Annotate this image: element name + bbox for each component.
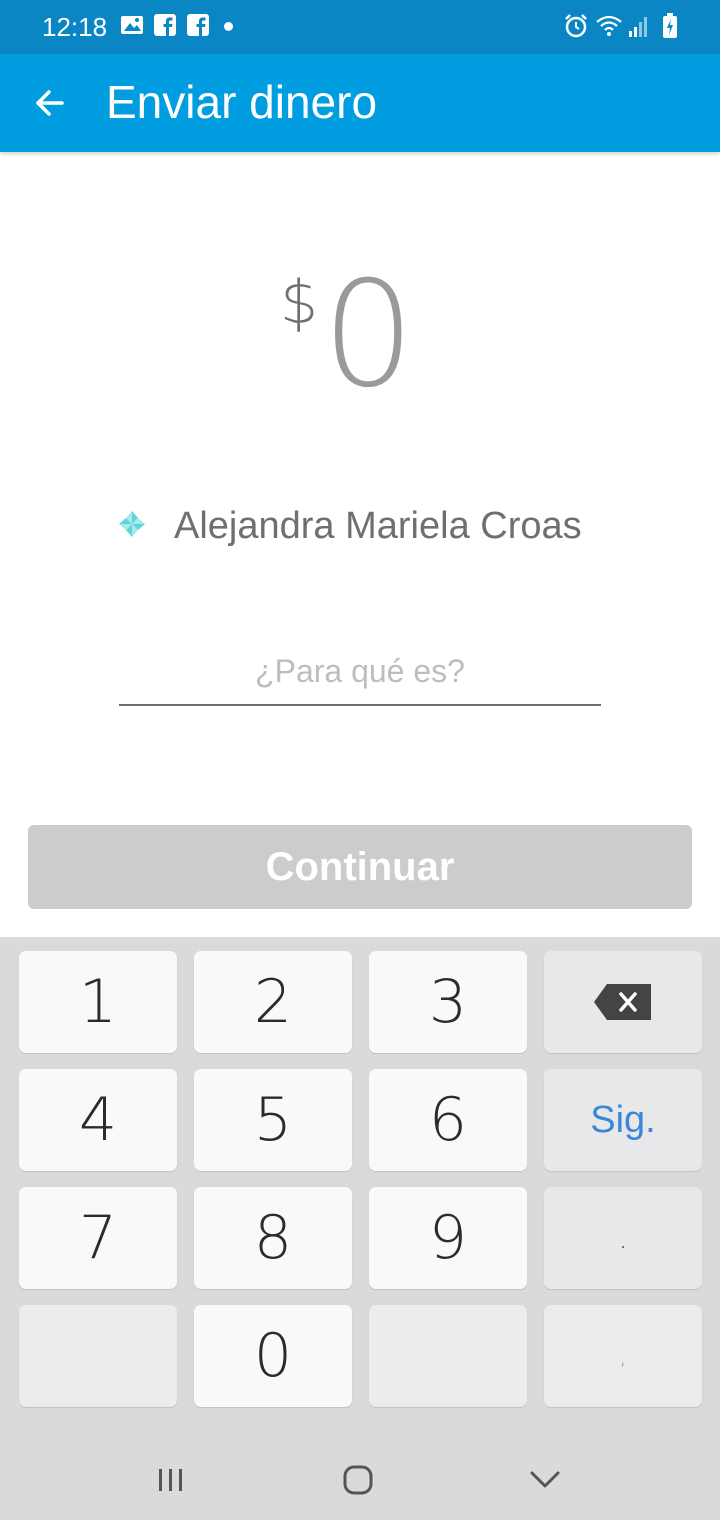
comma-key-label: , bbox=[619, 1342, 627, 1370]
home-icon bbox=[343, 1465, 373, 1495]
recipient-name: Alejandra Mariela Croas bbox=[174, 505, 582, 547]
dot-key[interactable]: . bbox=[544, 1187, 702, 1289]
key-8[interactable]: 8 bbox=[194, 1187, 352, 1289]
key-3[interactable]: 3 bbox=[369, 951, 527, 1053]
amount-currency: $ bbox=[280, 268, 319, 338]
wifi-icon bbox=[595, 14, 623, 43]
notification-dot bbox=[224, 22, 233, 31]
status-time: 12:18 bbox=[42, 12, 108, 42]
amount-value: 0 bbox=[322, 250, 415, 420]
key-0[interactable]: 0 bbox=[194, 1305, 352, 1407]
back-button[interactable] bbox=[24, 78, 74, 128]
alarm-icon bbox=[563, 13, 589, 44]
key-4[interactable]: 4 bbox=[19, 1069, 177, 1171]
dot-key-label: . bbox=[618, 1220, 628, 1256]
app-bar: Enviar dinero bbox=[0, 54, 720, 152]
next-key[interactable]: Sig. bbox=[544, 1069, 702, 1171]
recipient-avatar bbox=[118, 510, 146, 538]
note-input[interactable] bbox=[119, 648, 601, 706]
signal-icon bbox=[628, 16, 650, 43]
key-9[interactable]: 9 bbox=[369, 1187, 527, 1289]
blank-key bbox=[369, 1305, 527, 1407]
blank-key bbox=[19, 1305, 177, 1407]
key-1[interactable]: 1 bbox=[19, 951, 177, 1053]
battery-icon bbox=[662, 13, 678, 44]
page-title: Enviar dinero bbox=[106, 76, 378, 128]
key-2[interactable]: 2 bbox=[194, 951, 352, 1053]
recent-apps-button[interactable] bbox=[141, 1454, 201, 1506]
next-key-label: Sig. bbox=[590, 1098, 656, 1141]
recipient: Alejandra Mariela Croas bbox=[118, 500, 638, 552]
key-7[interactable]: 7 bbox=[19, 1187, 177, 1289]
facebook-icon bbox=[154, 14, 176, 41]
continue-button[interactable]: Continuar bbox=[28, 825, 692, 909]
recent-apps-icon bbox=[159, 1469, 182, 1491]
facebook-icon bbox=[187, 14, 209, 41]
backspace-key[interactable] bbox=[544, 951, 702, 1053]
key-5[interactable]: 5 bbox=[194, 1069, 352, 1171]
comma-key[interactable]: , bbox=[544, 1305, 702, 1407]
image-icon bbox=[120, 14, 144, 41]
numeric-keyboard: 1 2 3 4 5 6 Sig. 7 8 9 . 0 , bbox=[0, 937, 720, 1520]
home-button[interactable] bbox=[328, 1454, 388, 1506]
status-bar: 12:18 bbox=[0, 0, 720, 54]
system-nav-bar bbox=[0, 1440, 720, 1520]
key-6[interactable]: 6 bbox=[369, 1069, 527, 1171]
backspace-icon bbox=[594, 984, 651, 1020]
arrow-left-icon bbox=[36, 90, 64, 116]
back-nav-button[interactable] bbox=[515, 1454, 575, 1506]
chevron-down-icon bbox=[530, 1471, 560, 1488]
